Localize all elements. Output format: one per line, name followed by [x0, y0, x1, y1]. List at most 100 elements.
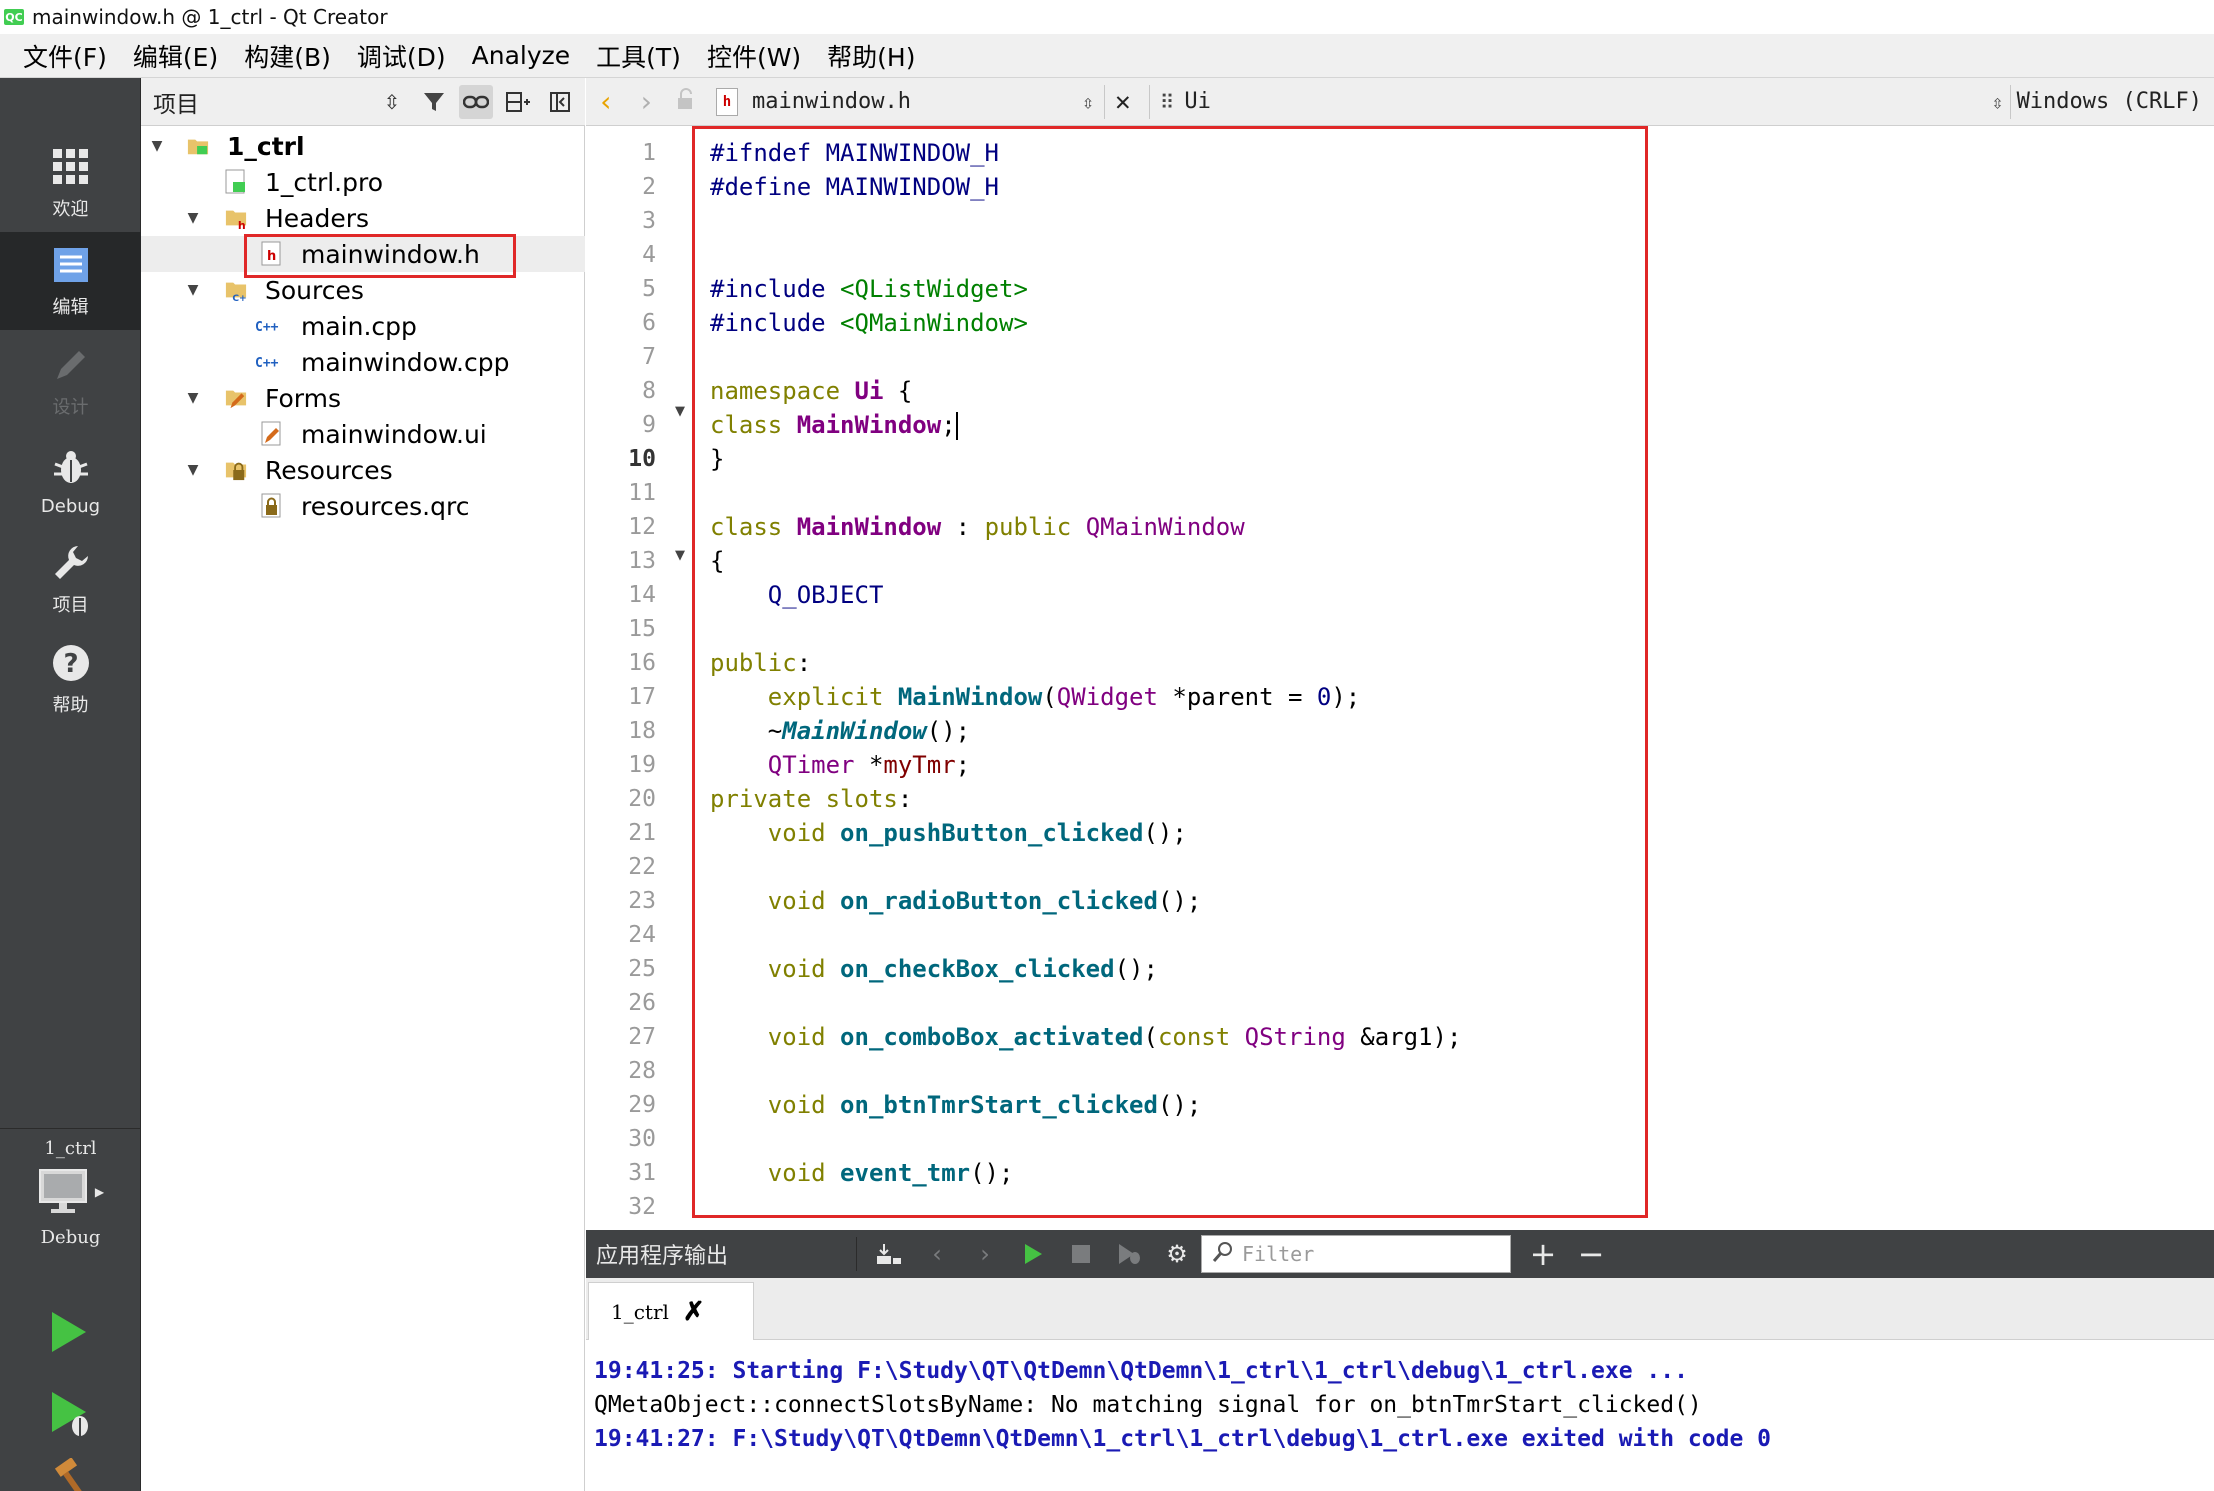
line-number: 18 [628, 718, 656, 744]
expand-arrow-icon[interactable]: ▼ [183, 282, 203, 298]
close-tab-icon[interactable]: ✗ [683, 1297, 705, 1327]
mode-welcome[interactable]: 欢迎 [0, 134, 141, 232]
tree-item-resources[interactable]: ▼ Resources [141, 452, 585, 488]
build-button[interactable] [52, 1457, 96, 1491]
tree-item-forms[interactable]: ▼ Forms [141, 380, 585, 416]
expand-arrow-icon[interactable]: ▼ [147, 138, 167, 154]
settings-gear-icon[interactable]: ⚙ [1153, 1240, 1201, 1268]
expand-arrow-icon[interactable]: ▼ [183, 462, 203, 478]
rerun-icon[interactable] [1009, 1242, 1057, 1266]
close-document-icon[interactable]: ✕ [1115, 87, 1131, 117]
output-tab-1-ctrl[interactable]: 1_ctrl ✗ [588, 1282, 754, 1340]
link-icon[interactable] [459, 84, 493, 119]
symbol-selector[interactable]: Ui [1184, 89, 1991, 114]
tree-item-label: 1_ctrl.pro [265, 167, 384, 197]
menu-analyze[interactable]: Analyze [459, 41, 584, 70]
sources-folder-icon: C+ [225, 277, 247, 303]
tree-item-project[interactable]: ▼ 1_ctrl [141, 128, 585, 164]
menu-widgets[interactable]: 控件(W) [694, 38, 814, 74]
tree-item-resources-qrc[interactable]: resources.qrc [141, 488, 585, 524]
forward-arrow-icon[interactable]: › [626, 85, 666, 118]
search-icon [1212, 1241, 1234, 1268]
hammer-icon [52, 1457, 96, 1491]
line-number: 24 [628, 922, 656, 948]
menu-edit[interactable]: 编辑(E) [120, 38, 231, 74]
menu-build[interactable]: 构建(B) [231, 38, 344, 74]
attach-icon[interactable] [865, 1242, 913, 1266]
qt-creator-icon: QC [4, 9, 24, 25]
output-line: QMetaObject::connectSlotsByName: No matc… [594, 1392, 1702, 1418]
output-pane-toolbar: 应用程序输出 ‹ › ⚙ Filter + − [586, 1230, 2214, 1278]
debug-attach-icon[interactable] [1105, 1242, 1153, 1266]
mode-projects[interactable]: 项目 [0, 530, 141, 628]
symbol-grip-icon: ⠿ [1159, 89, 1175, 114]
line-number: 26 [628, 990, 656, 1016]
line-ending-selector[interactable]: Windows (CRLF) [2017, 89, 2214, 114]
line-number: 9 [642, 412, 656, 438]
stop-icon[interactable] [1057, 1243, 1105, 1265]
code-highlight-box [692, 126, 1648, 1218]
application-output[interactable]: 19:41:25: Starting F:\Study\QT\QtDemn\Qt… [586, 1340, 2214, 1491]
tree-item-headers[interactable]: ▼ h Headers [141, 200, 585, 236]
run-button[interactable] [46, 1308, 90, 1360]
tree-item-label: main.cpp [301, 311, 417, 341]
tree-item-pro-file[interactable]: 1_ctrl.pro [141, 164, 585, 200]
line-number: 11 [628, 480, 656, 506]
menu-tools[interactable]: 工具(T) [583, 38, 694, 74]
mode-help[interactable]: ? 帮助 [0, 630, 141, 728]
project-tree: ▼ 1_ctrl 1_ctrl.pro ▼ h Headers h mainwi… [141, 126, 585, 1491]
prev-icon[interactable]: ‹ [913, 1240, 961, 1268]
line-number: 25 [628, 956, 656, 982]
close-sidebar-icon[interactable] [543, 85, 577, 119]
fold-arrow-icon[interactable]: ▼ [672, 548, 688, 563]
fold-arrow-icon[interactable]: ▼ [672, 404, 688, 419]
tree-item-main-cpp[interactable]: C++ main.cpp [141, 308, 585, 344]
line-number: 12 [628, 514, 656, 540]
open-document-name[interactable]: mainwindow.h [752, 89, 1082, 114]
split-add-icon[interactable] [501, 85, 535, 119]
add-icon[interactable]: + [1519, 1235, 1567, 1273]
back-arrow-icon[interactable]: ‹ [586, 85, 626, 118]
kit-build-config: Debug [40, 1227, 101, 1248]
symbol-dropdown-icon[interactable]: ⇳ [1992, 90, 2004, 114]
header-file-icon: h [716, 87, 738, 116]
mode-design[interactable]: 设计 [0, 332, 141, 430]
document-icon [49, 243, 93, 287]
tree-item-label: 1_ctrl [227, 131, 305, 161]
updown-icon[interactable]: ⇳ [375, 85, 409, 119]
tree-item-label: Forms [265, 383, 342, 413]
output-tabs: 1_ctrl ✗ [586, 1278, 2214, 1340]
qrc-file-icon [261, 493, 283, 519]
menu-help[interactable]: 帮助(H) [814, 38, 928, 74]
next-icon[interactable]: › [961, 1240, 1009, 1268]
line-number: 32 [628, 1194, 656, 1220]
cpp-file-icon: C++ [255, 349, 289, 375]
grid-icon [49, 145, 93, 189]
resources-folder-icon [225, 457, 247, 483]
output-filter-input[interactable]: Filter [1201, 1235, 1511, 1273]
monitor-icon: ▶ [37, 1167, 104, 1217]
filter-icon[interactable] [417, 85, 451, 119]
wrench-icon [49, 541, 93, 585]
line-number: 21 [628, 820, 656, 846]
lock-icon[interactable] [666, 88, 706, 115]
mode-edit[interactable]: 编辑 [0, 232, 141, 330]
menu-debug[interactable]: 调试(D) [344, 38, 459, 74]
expand-arrow-icon[interactable]: ▼ [183, 210, 203, 226]
forms-folder-icon [225, 385, 247, 411]
expand-arrow-icon[interactable]: ▼ [183, 390, 203, 406]
line-number: 3 [642, 208, 656, 234]
debug-run-button[interactable] [46, 1388, 94, 1444]
line-number: 6 [642, 310, 656, 336]
mode-debug[interactable]: Debug [0, 432, 141, 530]
menu-file[interactable]: 文件(F) [10, 38, 120, 74]
tree-item-label: resources.qrc [301, 491, 470, 521]
kit-arrow-icon: ▶ [94, 1185, 105, 1199]
document-dropdown-icon[interactable]: ⇳ [1082, 90, 1094, 114]
svg-text:C++: C++ [255, 356, 279, 371]
line-number: 14 [628, 582, 656, 608]
minus-icon[interactable]: − [1567, 1235, 1615, 1273]
tree-item-mainwindow-cpp[interactable]: C++ mainwindow.cpp [141, 344, 585, 380]
project-panel-title: 项目 [153, 91, 199, 118]
tree-item-mainwindow-ui[interactable]: mainwindow.ui [141, 416, 585, 452]
